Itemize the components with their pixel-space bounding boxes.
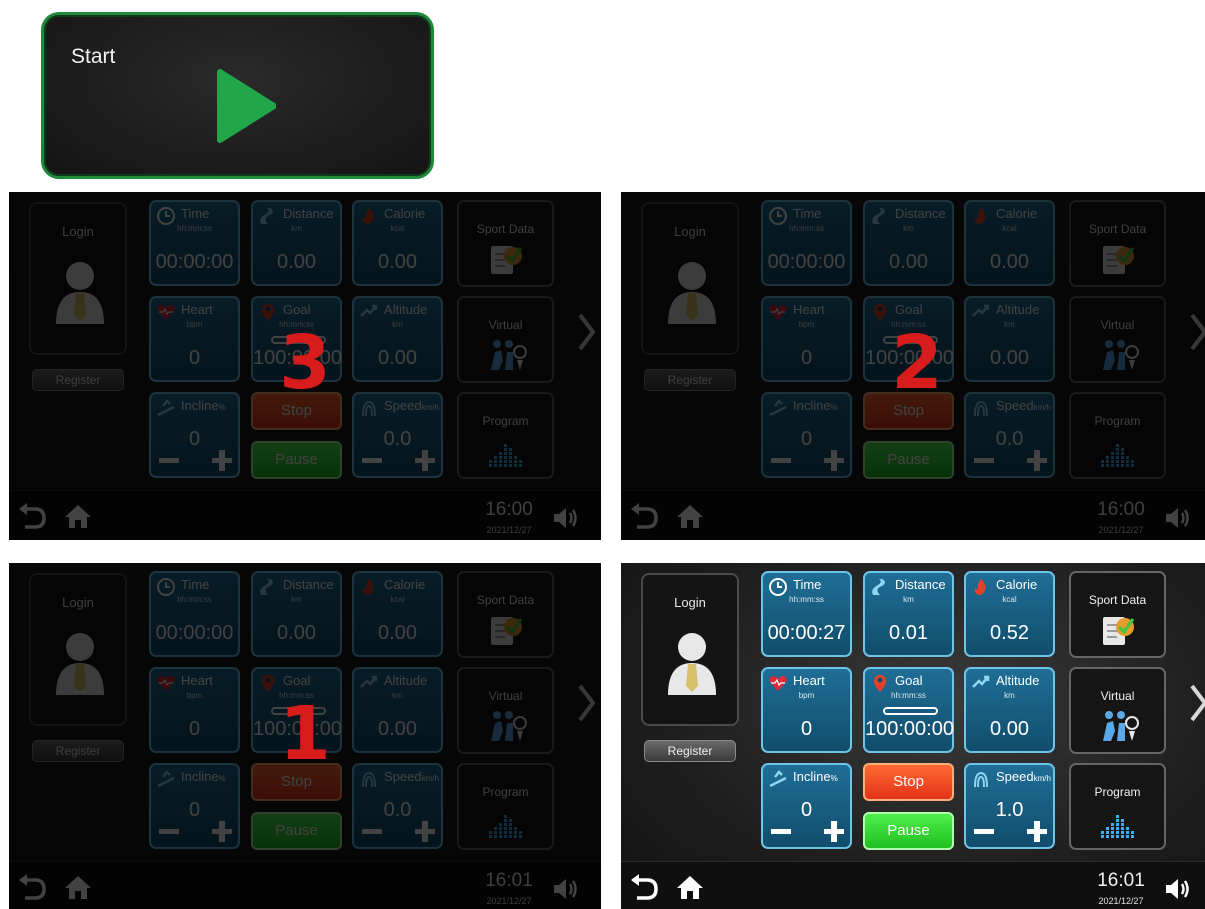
incline-value: 0 [800, 799, 813, 821]
goal-progress-bar [883, 707, 938, 715]
calorie-title: Calorie [996, 577, 1038, 592]
time-tile: Time hh:mm:ss 00:00:27 [761, 571, 852, 657]
pause-button[interactable]: Pause [863, 812, 954, 850]
countdown-number: 1 [279, 691, 331, 777]
register-button[interactable]: Register [644, 740, 736, 762]
chevron-right-icon[interactable] [1189, 683, 1205, 723]
altitude-value: 0.00 [990, 718, 1029, 740]
sport-data-label: Sport Data [1088, 593, 1147, 607]
goal-value: 100:00:00 [865, 718, 954, 740]
countdown-number: 2 [891, 320, 943, 406]
altitude-title: Altitude [996, 673, 1040, 688]
avatar-icon [668, 633, 716, 695]
clock-date: 2021/12/27 [1098, 896, 1144, 906]
virtual-label: Virtual [1100, 689, 1135, 703]
calorie-tile: Calorie kcal 0.52 [964, 571, 1055, 657]
start-card[interactable]: Start [41, 12, 434, 179]
time-title: Time [793, 577, 822, 592]
treadmill-screen-countdown-1: Login Register Time hh:mm:ss 00:00:00 Di… [9, 563, 601, 909]
altitude-tile: Altitude km 0.00 [964, 667, 1055, 753]
incline-title: Incline% [793, 769, 838, 784]
program-label: Program [1094, 785, 1141, 799]
incline-tile: Incline% 0 [761, 763, 852, 849]
start-label: Start [71, 45, 116, 68]
countdown-number: 3 [279, 320, 331, 406]
speed-unit: km/h [1033, 774, 1051, 783]
sport-data-button[interactable]: Sport Data [1069, 571, 1166, 658]
incline-icon [769, 770, 787, 788]
heart-tile: Heart bpm 0 [761, 667, 852, 753]
heart-value: 0 [800, 718, 813, 740]
clock-time: 16:01 [1097, 870, 1145, 891]
heart-icon [769, 676, 787, 691]
calorie-value: 0.52 [990, 622, 1029, 644]
speed-plus-button-vertical[interactable] [1034, 821, 1040, 842]
stop-button[interactable]: Stop [863, 763, 954, 801]
back-icon[interactable] [629, 874, 659, 900]
speed-value: 1.0 [995, 799, 1024, 821]
calorie-unit: kcal [1002, 595, 1017, 604]
incline-plus-button-vertical[interactable] [831, 821, 837, 842]
goal-unit: hh:mm:ss [891, 691, 926, 700]
speed-title: Speedkm/h [996, 769, 1051, 784]
time-unit: hh:mm:ss [789, 595, 824, 604]
speed-minus-button[interactable] [974, 829, 994, 834]
virtual-button[interactable]: Virtual [1069, 667, 1166, 754]
distance-title: Distance [895, 577, 946, 592]
calorie-icon [974, 579, 986, 595]
program-icon [1101, 815, 1134, 838]
treadmill-screen-countdown-2: Login Register Time hh:mm:ss 00:00:00 Di… [621, 192, 1205, 540]
login-box[interactable]: Login [641, 573, 739, 726]
speed-icon [974, 771, 988, 788]
volume-icon[interactable] [1164, 876, 1194, 902]
goal-icon [873, 675, 887, 692]
distance-tile: Distance km 0.01 [863, 571, 954, 657]
altitude-icon [972, 675, 990, 688]
treadmill-screen-countdown-3: Login Register Time hh:mm:ss 00:00:00 Di… [9, 192, 601, 540]
distance-icon [872, 579, 885, 595]
goal-tile[interactable]: Goal hh:mm:ss 100:00:00 [863, 667, 954, 753]
virtual-icon [1103, 711, 1139, 741]
distance-value: 0.01 [889, 622, 928, 644]
heart-unit: bpm [798, 691, 815, 700]
heart-title: Heart [793, 673, 825, 688]
bottom-bar: 16:01 2021/12/27 [621, 861, 1205, 909]
sport-data-icon [1103, 617, 1135, 645]
time-value: 00:00:27 [767, 622, 846, 644]
clock-icon [769, 578, 787, 596]
login-label: Login [674, 595, 706, 610]
home-icon[interactable] [676, 874, 704, 900]
program-button[interactable]: Program [1069, 763, 1166, 850]
altitude-unit: km [1004, 691, 1015, 700]
treadmill-screen-running: Login Register Time hh:mm:ss 00:00:27 Di… [621, 563, 1205, 909]
incline-unit: % [830, 774, 838, 783]
speed-tile: Speedkm/h 1.0 [964, 763, 1055, 849]
goal-title: Goal [895, 673, 923, 688]
play-icon [217, 69, 276, 143]
incline-minus-button[interactable] [771, 829, 791, 834]
distance-unit: km [903, 595, 914, 604]
